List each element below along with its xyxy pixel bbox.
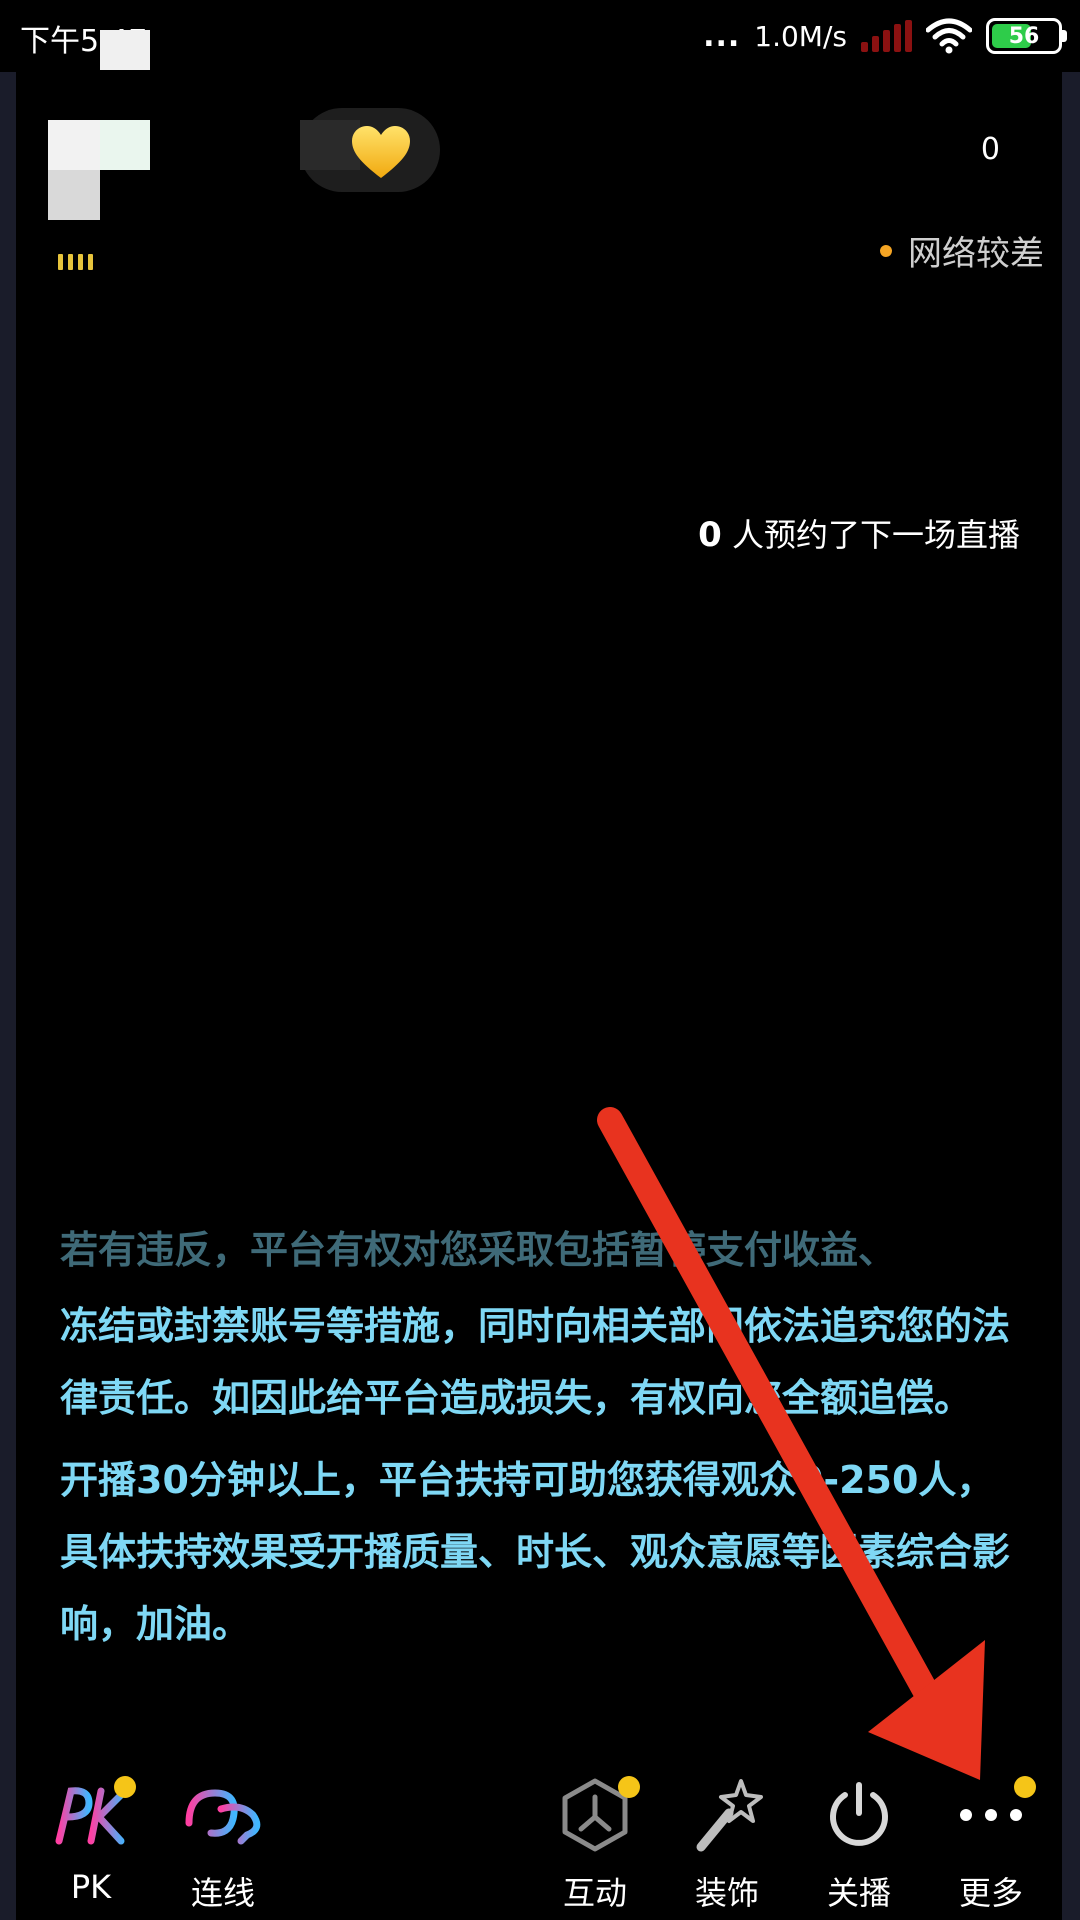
stop-live-button[interactable]: 关播 bbox=[804, 1770, 914, 1914]
more-dots-icon bbox=[960, 1809, 1022, 1821]
reservation-count: 0 bbox=[698, 515, 722, 555]
network-dot-icon bbox=[880, 244, 892, 257]
reservation-text: 人预约了下一场直播 bbox=[731, 516, 1020, 554]
decorate-button[interactable]: 装饰 bbox=[672, 1770, 782, 1914]
side-strip-left bbox=[0, 72, 16, 1920]
network-speed: 1.0M/s bbox=[754, 19, 847, 53]
more-label: 更多 bbox=[958, 1874, 1023, 1912]
network-status: 网络较差 bbox=[880, 226, 1044, 275]
notification-dots: ... bbox=[703, 18, 741, 54]
pk-button[interactable]: PK bbox=[36, 1770, 146, 1906]
side-strip-right bbox=[1062, 72, 1080, 1920]
battery-icon: 56 bbox=[986, 18, 1067, 54]
level-indicator bbox=[58, 254, 93, 270]
notice-paragraph-1: 冻结或封禁账号等措施，同时向相关部门依法追究您的法律责任。如因此给平台造成损失，… bbox=[60, 1304, 1011, 1420]
decorate-label: 装饰 bbox=[694, 1874, 759, 1912]
bottom-toolbar: PK 连线 互动 装饰 关播 更多 bbox=[0, 1770, 1080, 1920]
status-bar: 下午5:47 ... 1.0M/s 56 bbox=[0, 0, 1080, 72]
notice-paragraph-2: 开播30分钟以上，平台扶持可助您获得观众0-250人，具体扶持效果受开播质量、时… bbox=[60, 1458, 1011, 1646]
magic-wand-icon bbox=[696, 1779, 763, 1852]
link-icon bbox=[185, 1789, 261, 1845]
interact-button[interactable]: 互动 bbox=[540, 1770, 650, 1914]
platform-notice: 若有违反，平台有权对您采取包括暂停支付收益、 冻结或封禁账号等措施，同时向相关部… bbox=[60, 1230, 1010, 1670]
network-status-label: 网络较差 bbox=[908, 234, 1044, 274]
link-button[interactable]: 连线 bbox=[168, 1770, 278, 1914]
reservation-info: 0 人预约了下一场直播 bbox=[698, 510, 1020, 556]
pk-badge bbox=[114, 1776, 136, 1798]
interact-badge bbox=[618, 1776, 640, 1798]
power-icon bbox=[830, 1782, 888, 1846]
battery-level: 56 bbox=[1008, 23, 1040, 49]
link-label: 连线 bbox=[190, 1874, 255, 1912]
status-indicators: ... 1.0M/s 56 bbox=[703, 14, 1067, 58]
wifi-icon bbox=[926, 18, 972, 54]
heart-icon[interactable] bbox=[350, 124, 412, 180]
more-button[interactable]: 更多 bbox=[936, 1770, 1046, 1914]
pk-label: PK bbox=[70, 1868, 112, 1906]
host-avatar[interactable] bbox=[48, 120, 150, 220]
viewer-count[interactable]: 0 bbox=[981, 132, 1000, 167]
interact-label: 互动 bbox=[562, 1874, 627, 1912]
signal-icon bbox=[861, 20, 912, 52]
avatar-blur-top bbox=[100, 30, 150, 70]
stop-live-label: 关播 bbox=[826, 1874, 891, 1912]
notice-faded-line: 若有违反，平台有权对您采取包括暂停支付收益、 bbox=[60, 1230, 897, 1270]
more-badge bbox=[1014, 1776, 1036, 1798]
